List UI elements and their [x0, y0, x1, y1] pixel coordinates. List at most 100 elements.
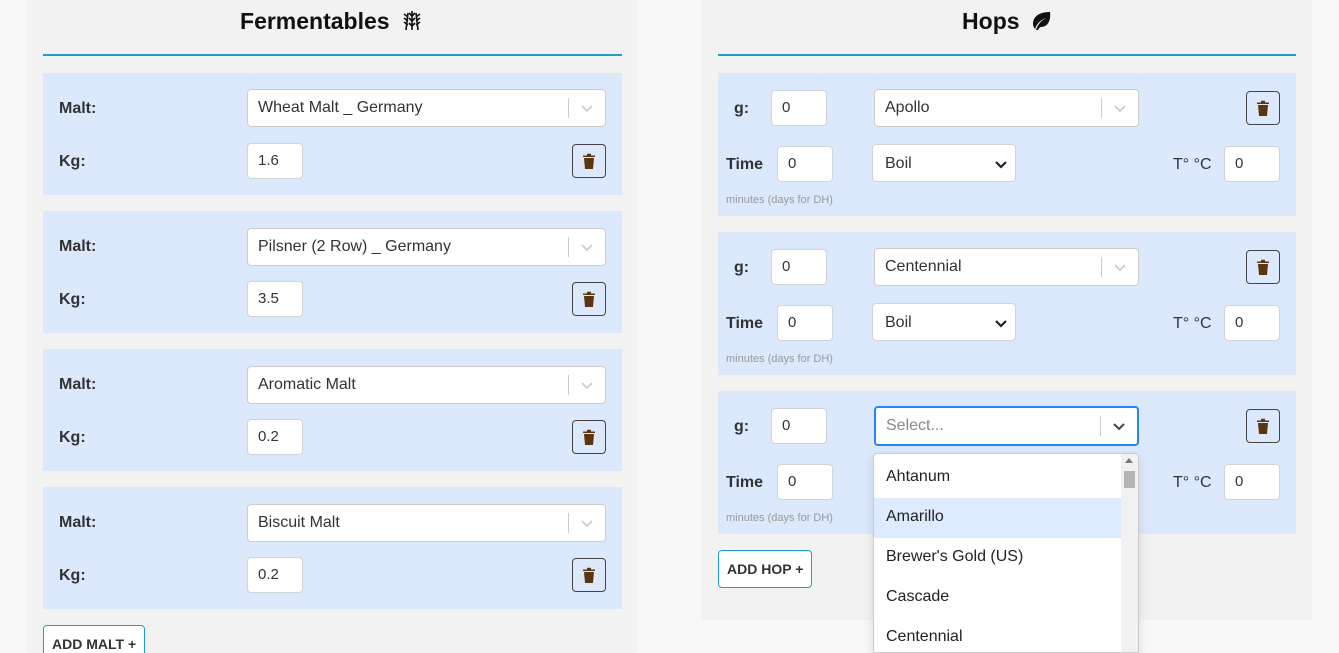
hop-option-highlighted[interactable]: Amarillo: [874, 498, 1123, 538]
time-input[interactable]: 0: [777, 464, 833, 500]
temperature-input[interactable]: 0: [1224, 146, 1280, 182]
scrollbar-thumb[interactable]: [1124, 471, 1135, 488]
chevron-down-icon: [1113, 423, 1125, 431]
time-label: Time: [726, 315, 764, 332]
trash-icon: [1257, 100, 1269, 116]
hop-select-placeholder: Select...: [886, 417, 944, 434]
add-malt-button[interactable]: ADD MALT +: [43, 625, 146, 653]
chevron-down-icon: [581, 105, 593, 113]
malt-select-value: Aromatic Malt: [258, 376, 356, 393]
kg-input[interactable]: 0.2: [247, 419, 303, 455]
chevron-down-icon: [581, 382, 593, 390]
time-label: Time: [726, 474, 764, 491]
malt-select[interactable]: Wheat Malt _ Germany: [247, 89, 606, 127]
use-select-value: Boil: [885, 314, 912, 331]
temperature-input[interactable]: 0: [1224, 464, 1280, 500]
delete-malt-button[interactable]: [572, 144, 606, 178]
use-select[interactable]: Boil: [872, 144, 1016, 182]
chevron-down-icon: [581, 244, 593, 252]
grams-input[interactable]: 0: [771, 90, 827, 126]
malt-select-value: Wheat Malt _ Germany: [258, 99, 423, 116]
select-separator: [568, 98, 569, 118]
scroll-up-icon[interactable]: [1125, 458, 1133, 463]
grams-label: g:: [734, 259, 750, 276]
time-label: Time: [726, 156, 764, 173]
grams-input[interactable]: 0: [771, 249, 827, 285]
title-divider: [718, 54, 1296, 56]
hop-select-value: Centennial: [885, 258, 962, 275]
delete-malt-button[interactable]: [572, 558, 606, 592]
malt-label: Malt:: [59, 514, 97, 531]
temperature-label: T° °C: [1173, 156, 1212, 173]
hops-title: Hops: [702, 8, 1312, 37]
chevron-down-icon: [995, 320, 1007, 328]
temperature-input[interactable]: 0: [1224, 305, 1280, 341]
hop-option[interactable]: Brewer's Gold (US): [874, 538, 1123, 578]
kg-label: Kg:: [59, 291, 86, 308]
delete-malt-button[interactable]: [572, 420, 606, 454]
temperature-label: T° °C: [1173, 315, 1212, 332]
malt-card: Malt: Aromatic Malt Kg: 0.2: [43, 349, 622, 471]
time-hint: minutes (days for DH): [726, 194, 833, 206]
use-select-value: Boil: [885, 155, 912, 172]
chevron-down-icon: [995, 161, 1007, 169]
kg-label: Kg:: [59, 153, 86, 170]
leaf-icon: [1030, 10, 1052, 37]
malt-label: Malt:: [59, 376, 97, 393]
select-separator: [568, 375, 569, 395]
title-divider: [43, 54, 622, 56]
hop-select[interactable]: Centennial: [874, 248, 1139, 286]
hop-card: g: 0 Centennial Time 0 Boil T° °C 0 minu…: [718, 232, 1296, 375]
delete-hop-button[interactable]: [1246, 91, 1280, 125]
hops-title-text: Hops: [962, 8, 1020, 34]
malt-label: Malt:: [59, 100, 97, 117]
trash-icon: [583, 429, 595, 445]
hop-option[interactable]: Cascade: [874, 578, 1123, 618]
kg-input[interactable]: 0.2: [247, 557, 303, 593]
options-scrollbar[interactable]: [1121, 454, 1138, 652]
malt-card: Malt: Biscuit Malt Kg: 0.2: [43, 487, 622, 609]
hop-select[interactable]: Select...: [874, 406, 1139, 446]
hop-option[interactable]: Ahtanum: [874, 458, 1123, 498]
hop-select[interactable]: Apollo: [874, 89, 1139, 127]
temperature-label: T° °C: [1173, 474, 1212, 491]
grams-input[interactable]: 0: [771, 408, 827, 444]
time-input[interactable]: 0: [777, 146, 833, 182]
malt-label: Malt:: [59, 238, 97, 255]
fermentables-panel: Fermentables Malt: Wheat Malt _ Germany …: [27, 0, 637, 653]
hop-select-value: Apollo: [885, 99, 930, 116]
malt-card: Malt: Wheat Malt _ Germany Kg: 1.6: [43, 73, 622, 195]
fermentables-title-text: Fermentables: [240, 8, 390, 34]
select-separator: [1101, 257, 1102, 277]
delete-malt-button[interactable]: [572, 282, 606, 316]
kg-input[interactable]: 3.5: [247, 281, 303, 317]
kg-label: Kg:: [59, 429, 86, 446]
select-separator: [1100, 416, 1101, 436]
trash-icon: [1257, 259, 1269, 275]
use-select[interactable]: Boil: [872, 303, 1016, 341]
hop-option[interactable]: Centennial: [874, 618, 1123, 652]
chevron-down-icon: [581, 520, 593, 528]
add-hop-button[interactable]: ADD HOP +: [718, 550, 813, 588]
malt-select[interactable]: Aromatic Malt: [247, 366, 606, 404]
chevron-down-icon: [1114, 105, 1126, 113]
time-hint: minutes (days for DH): [726, 512, 833, 524]
time-hint: minutes (days for DH): [726, 353, 833, 365]
grams-label: g:: [734, 418, 750, 435]
kg-label: Kg:: [59, 567, 86, 584]
grams-label: g:: [734, 100, 750, 117]
select-separator: [568, 513, 569, 533]
chevron-down-icon: [1114, 264, 1126, 272]
malt-select-value: Pilsner (2 Row) _ Germany: [258, 238, 451, 255]
malt-select[interactable]: Pilsner (2 Row) _ Germany: [247, 228, 606, 266]
trash-icon: [583, 291, 595, 307]
select-separator: [568, 237, 569, 257]
delete-hop-button[interactable]: [1246, 409, 1280, 443]
wheat-icon: [400, 9, 424, 37]
delete-hop-button[interactable]: [1246, 250, 1280, 284]
kg-input[interactable]: 1.6: [247, 143, 303, 179]
trash-icon: [1257, 418, 1269, 434]
hop-card: g: 0 Apollo Time 0 Boil T° °C 0 minutes …: [718, 73, 1296, 216]
time-input[interactable]: 0: [777, 305, 833, 341]
malt-select[interactable]: Biscuit Malt: [247, 504, 606, 542]
